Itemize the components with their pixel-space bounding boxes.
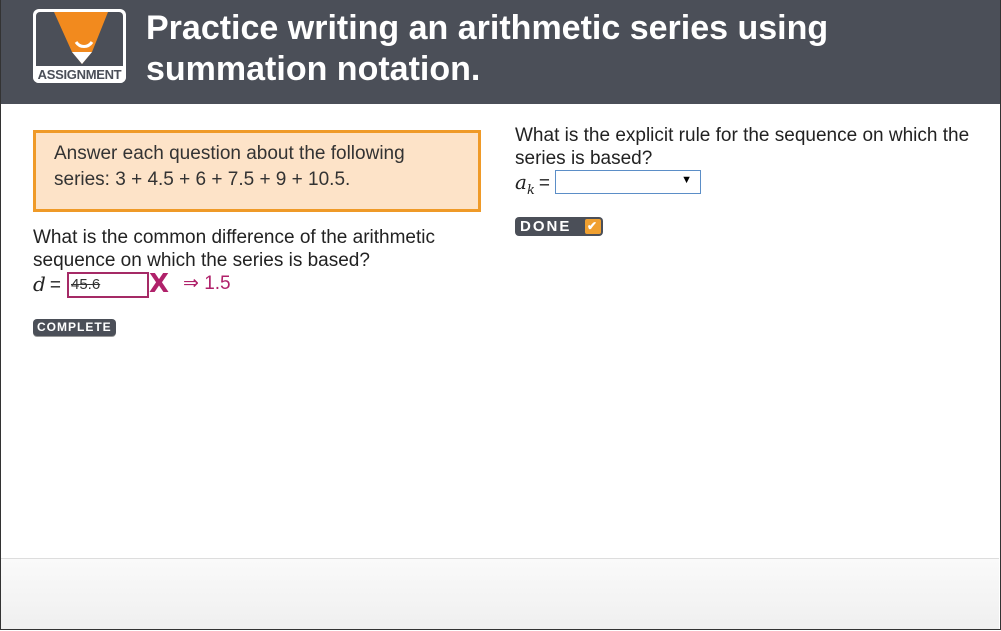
window-frame (0, 0, 1001, 630)
